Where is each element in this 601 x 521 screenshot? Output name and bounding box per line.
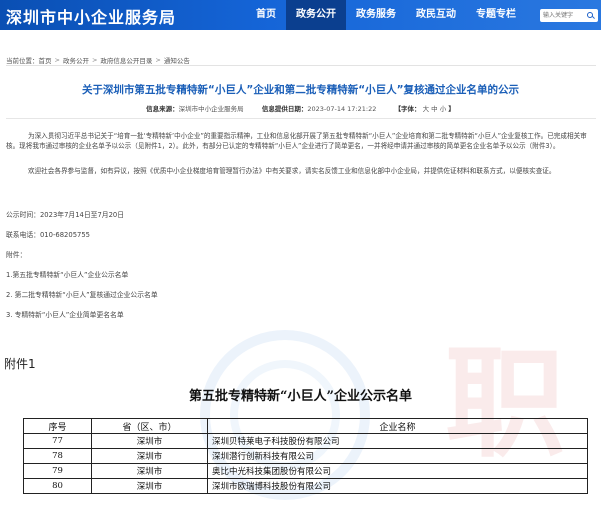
cell-province: 深圳市 bbox=[91, 463, 208, 479]
attachment-heading: 附件1 bbox=[4, 357, 36, 371]
breadcrumb-home[interactable]: 首页 bbox=[39, 55, 52, 65]
font-size-label: 【字体： bbox=[394, 105, 421, 113]
divider bbox=[6, 118, 596, 119]
search-input[interactable] bbox=[540, 9, 586, 22]
site-title[interactable]: 深圳市中小企业服务局 bbox=[6, 4, 176, 28]
date-label: 信息提供日期： bbox=[261, 105, 308, 113]
site-header: 深圳市中小企业服务局 首页 政务公开 政务服务 政民互动 专题专栏 bbox=[0, 0, 601, 30]
attachment-link-2[interactable]: 2. 第二批专精特新“小巨人”复核通过企业公示名单 bbox=[6, 289, 158, 299]
cell-serial-number: 80 bbox=[23, 478, 92, 494]
article-title: 关于深圳市第五批专精特新“小巨人”企业和第二批专精特新“小巨人”复核通过企业名单… bbox=[81, 84, 520, 96]
breadcrumb-separator: > bbox=[91, 56, 98, 64]
cell-enterprise-name: 深圳市欧瑞博科技股份有限公司 bbox=[207, 478, 588, 494]
breadcrumb-government-affairs[interactable]: 政务公开 bbox=[63, 55, 89, 65]
article-paragraph-intro: 为深入贯彻习近平总书记关于“培育一批‘专精特新’中小企业”的重要指示精神，工业和… bbox=[6, 132, 587, 150]
table-row: 80 深圳市 深圳市欧瑞博科技股份有限公司 bbox=[23, 478, 588, 494]
breadcrumb-info-catalog[interactable]: 政府信息公开目录 bbox=[100, 55, 152, 65]
header-enterprise-name: 企业名称 bbox=[207, 418, 588, 434]
date-value: 2023-07-14 17:21:22 bbox=[307, 105, 377, 113]
search-icon[interactable] bbox=[586, 9, 596, 22]
source-label: 信息来源： bbox=[146, 105, 179, 113]
header-serial-number: 序号 bbox=[23, 418, 92, 434]
breadcrumb-separator: > bbox=[54, 56, 60, 64]
font-size-large-link[interactable]: 大 bbox=[423, 105, 430, 113]
breadcrumb-notices[interactable]: 通知公告 bbox=[164, 55, 190, 65]
table-row: 78 深圳市 深圳潜行创新科技有限公司 bbox=[23, 448, 588, 464]
nav-public-interaction[interactable]: 政民互动 bbox=[406, 0, 466, 30]
table-row: 77 深圳市 深圳贝特莱电子科技股份有限公司 bbox=[23, 433, 588, 449]
main-nav: 首页 政务公开 政务服务 政民互动 专题专栏 bbox=[246, 0, 526, 30]
attachment-document-title: 第五批专精特新“小巨人”企业公示名单 bbox=[189, 389, 412, 404]
nav-special-topics[interactable]: 专题专栏 bbox=[466, 0, 526, 30]
cell-enterprise-name: 深圳潜行创新科技有限公司 bbox=[207, 448, 588, 464]
cell-enterprise-name: 深圳贝特莱电子科技股份有限公司 bbox=[207, 433, 588, 449]
nav-home[interactable]: 首页 bbox=[246, 0, 286, 30]
contact-phone: 联系电话：010-68205755 bbox=[6, 231, 91, 239]
article-paragraph-feedback: 欢迎社会各界参与监督，如有异议，按照《优质中小企业梯度培育管理暂行办法》中有关要… bbox=[28, 167, 556, 175]
cell-serial-number: 78 bbox=[23, 448, 92, 464]
header-province: 省（区、市） bbox=[91, 418, 208, 434]
breadcrumb: 当前位置： 首页 > 政务公开 > 政府信息公开目录 > 通知公告 bbox=[6, 55, 190, 65]
publicity-period: 公示时间：2023年7月14日至7月20日 bbox=[6, 211, 125, 219]
search-box bbox=[540, 9, 598, 22]
cell-enterprise-name: 奥比中光科技集团股份有限公司 bbox=[207, 463, 588, 479]
table-row: 79 深圳市 奥比中光科技集团股份有限公司 bbox=[23, 463, 588, 479]
font-size-medium-link[interactable]: 中 bbox=[431, 105, 438, 113]
attachment-link-1[interactable]: 1.第五批专精特新“小巨人”企业公示名单 bbox=[6, 269, 128, 279]
cell-serial-number: 79 bbox=[23, 463, 92, 479]
attachment-link-3[interactable]: 3. 专精特新“小巨人”企业简单更名名单 bbox=[6, 309, 124, 319]
font-size-small-link[interactable]: 小 bbox=[440, 105, 447, 113]
attachments-label: 附件： bbox=[6, 251, 27, 259]
cell-serial-number: 77 bbox=[23, 433, 92, 449]
cell-province: 深圳市 bbox=[91, 448, 208, 464]
breadcrumb-separator: > bbox=[155, 56, 161, 64]
source-value: 深圳市中小企业服务局 bbox=[178, 105, 244, 113]
nav-government-services[interactable]: 政务服务 bbox=[346, 0, 406, 30]
breadcrumb-prefix: 当前位置： bbox=[6, 57, 39, 65]
enterprise-list-table: 序号 省（区、市） 企业名称 77 深圳市 深圳贝特莱电子科技股份有限公司 78… bbox=[23, 418, 588, 494]
cell-province: 深圳市 bbox=[91, 478, 208, 494]
nav-government-affairs[interactable]: 政务公开 bbox=[286, 0, 346, 30]
cell-province: 深圳市 bbox=[91, 433, 208, 449]
article-meta: 信息来源：深圳市中小企业服务局 信息提供日期：2023-07-14 17:21:… bbox=[0, 103, 601, 113]
divider bbox=[6, 65, 596, 66]
table-header-row: 序号 省（区、市） 企业名称 bbox=[23, 418, 588, 434]
font-size-close: 】 bbox=[448, 105, 455, 113]
